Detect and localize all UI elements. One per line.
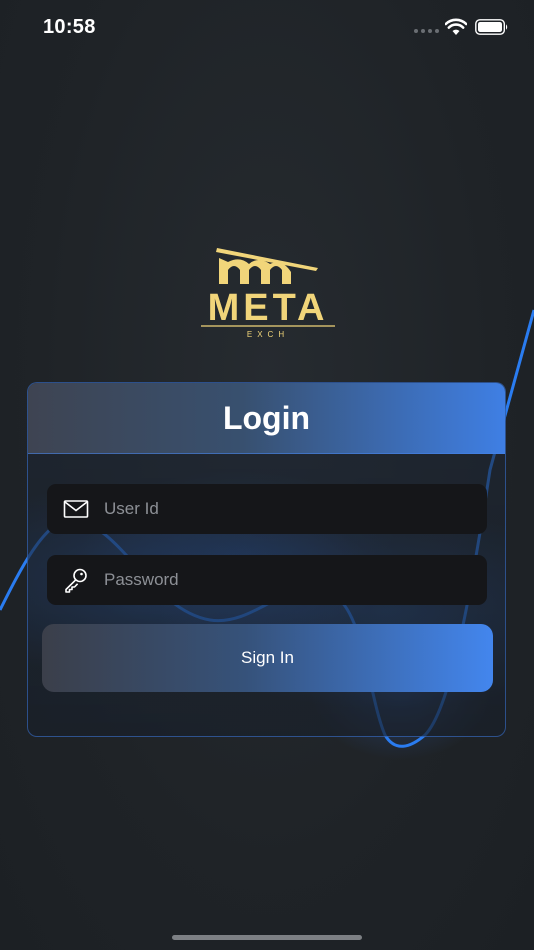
password-input[interactable]	[104, 570, 444, 590]
envelope-icon	[63, 496, 89, 522]
login-card: Login Sign In	[27, 382, 506, 737]
meta-exch-logo: META EXCH	[201, 248, 335, 339]
status-bar: 10:58	[0, 0, 534, 56]
key-icon	[63, 567, 89, 593]
logo-sub-text: EXCH	[247, 330, 289, 339]
sign-in-button[interactable]: Sign In	[42, 624, 493, 692]
wifi-icon	[445, 18, 467, 35]
login-screen: 10:58 META EXCH Login User Id Sign In	[0, 0, 534, 950]
battery-icon	[475, 19, 508, 35]
home-indicator	[172, 935, 362, 940]
user-id-field[interactable]	[47, 484, 487, 534]
status-time: 10:58	[43, 16, 96, 38]
login-card-header: Login	[28, 383, 505, 454]
user-id-input[interactable]	[104, 499, 444, 519]
logo-brand-text: META	[208, 287, 329, 329]
password-field[interactable]	[47, 555, 487, 605]
login-title: Login	[222, 399, 311, 436]
signal-dots-icon	[414, 29, 439, 33]
